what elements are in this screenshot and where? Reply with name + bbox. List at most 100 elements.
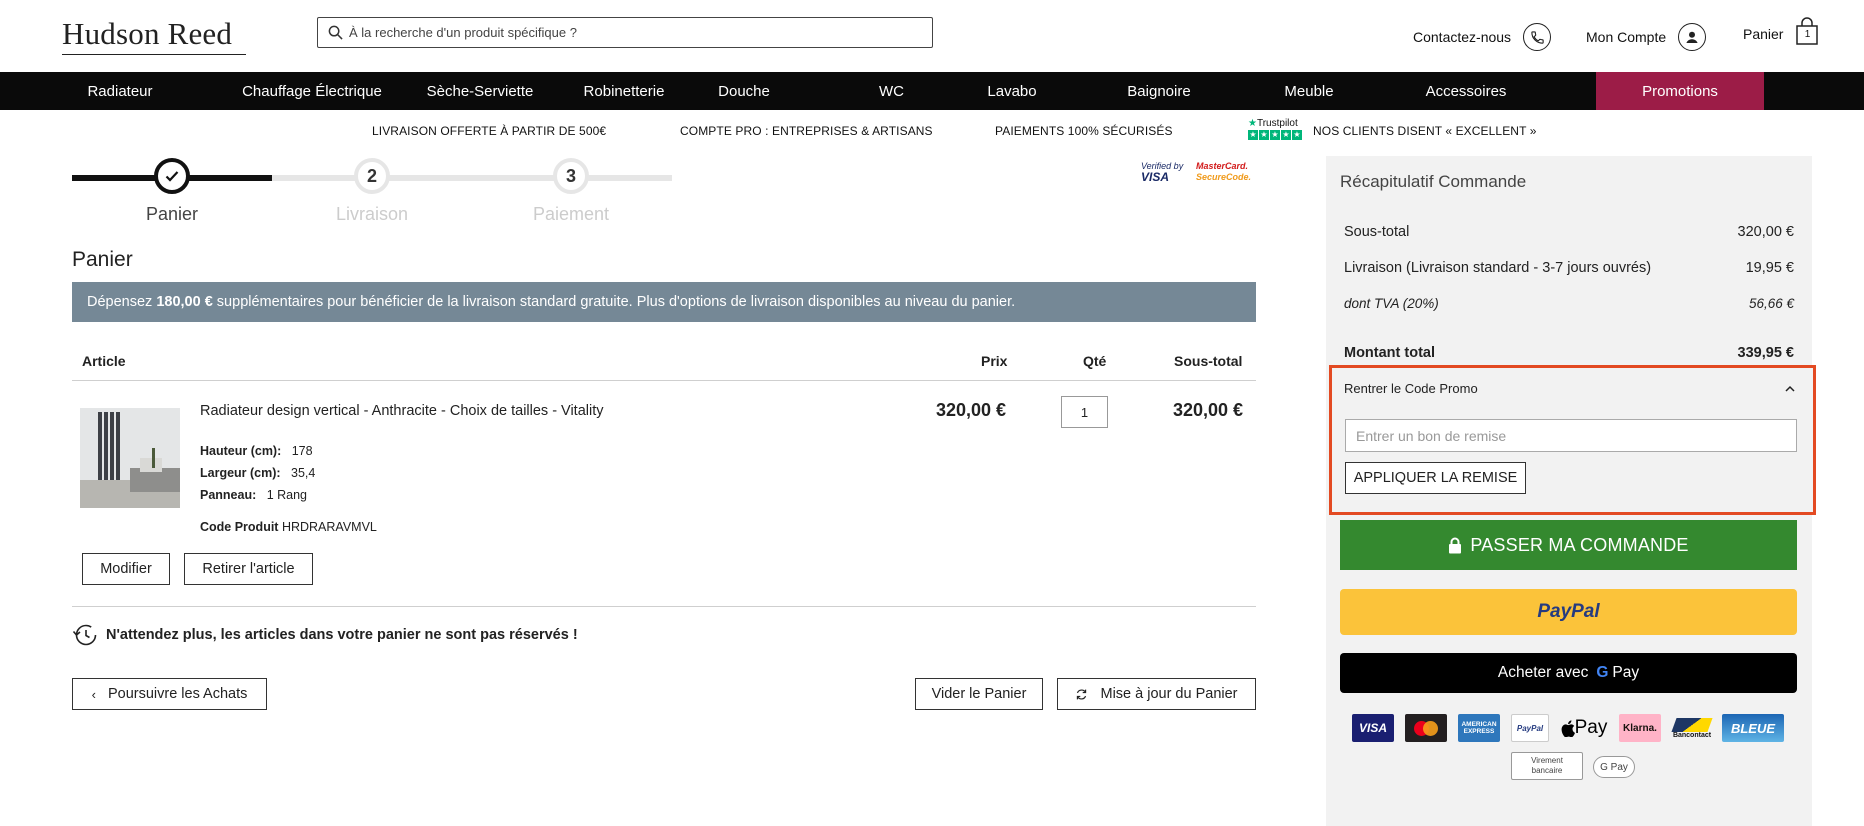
free-delivery-notice: Dépensez 180,00 € supplémentaires pour b… <box>72 282 1256 322</box>
contact-link[interactable]: Contactez-nous <box>1413 23 1552 51</box>
nav-douche[interactable]: Douche <box>672 72 816 110</box>
attr-panel-label: Panneau: <box>200 488 257 502</box>
step-3-circle: 3 <box>553 158 589 194</box>
klarna-logo: Klarna. <box>1619 714 1661 742</box>
carte-bleue-logo: BLEUE <box>1722 714 1784 742</box>
chevron-left-icon: ‹ <box>91 686 96 702</box>
nav-chauffage[interactable]: Chauffage Électrique <box>240 72 384 110</box>
step-2-label: Livraison <box>335 204 409 224</box>
summary-title: Récapitulatif Commande <box>1340 172 1527 191</box>
checkmark-icon <box>165 171 179 182</box>
product-code: Code Produit HRDRARAVMVL <box>200 520 377 534</box>
summary-subtotal-row: Sous-total 320,00 € <box>1344 224 1794 240</box>
product-image[interactable] <box>80 408 180 508</box>
usp-payments: PAIEMENTS 100% SÉCURISÉS <box>995 124 1173 138</box>
promo-code-input[interactable] <box>1345 419 1797 452</box>
verified-visa: VISA <box>1141 170 1170 184</box>
refresh-icon <box>1077 688 1087 700</box>
bancontact-text: Bancontact <box>1672 731 1712 739</box>
checkout-button[interactable]: PASSER MA COMMANDE <box>1340 520 1797 570</box>
cart-title: Panier <box>72 248 133 271</box>
nav-seche-serviette[interactable]: Sèche-Serviette <box>384 72 576 110</box>
item-price: 320,00 € <box>936 400 1007 420</box>
shopping-bag-icon: 1 <box>1795 17 1819 45</box>
apply-discount-button[interactable]: APPLIQUER LA REMISE <box>1345 462 1526 494</box>
apple-icon <box>1561 719 1575 737</box>
cart-label: Panier <box>1743 26 1784 42</box>
item-divider <box>72 606 1256 607</box>
col-subtotal: Sous-total <box>1174 353 1243 369</box>
nav-radiateur[interactable]: Radiateur <box>0 72 240 110</box>
cart-link[interactable]: Panier 1 <box>1743 17 1819 45</box>
bancontact-logo: Bancontact <box>1670 714 1714 742</box>
usp-pro: COMPTE PRO : ENTREPRISES & ARTISANS <box>680 124 933 138</box>
paypal-button[interactable]: PayPal <box>1340 589 1797 635</box>
search-box[interactable] <box>317 17 933 48</box>
trustpilot-text: Trustpilot <box>1256 118 1298 129</box>
google-pay-button[interactable]: Acheter avec G Pay <box>1340 653 1797 693</box>
nav-meuble[interactable]: Meuble <box>1261 72 1357 110</box>
usp-reviews: NOS CLIENTS DISENT « EXCELLENT » <box>1313 124 1537 138</box>
summary-total-label: Montant total <box>1344 345 1436 361</box>
step-2-circle: 2 <box>354 158 390 194</box>
edit-item-button[interactable]: Modifier <box>82 553 170 585</box>
nav-accessoires[interactable]: Accessoires <box>1357 72 1575 110</box>
account-label: Mon Compte <box>1586 29 1667 45</box>
mc-text: MasterCard. <box>1196 161 1249 171</box>
attr-width: Largeur (cm): 35,4 <box>200 466 315 480</box>
attr-width-label: Largeur (cm): <box>200 466 281 480</box>
attr-panel: Panneau: 1 Rang <box>200 488 307 502</box>
summary-total-value: 339,95 € <box>1737 345 1794 361</box>
summary-total-row: Montant total 339,95 € <box>1344 345 1794 361</box>
mastercard-securecode-badge: MasterCard. SecureCode. <box>1196 161 1251 183</box>
quantity-input[interactable]: 1 <box>1061 396 1108 428</box>
brand-logo[interactable]: Hudson Reed <box>62 16 247 55</box>
clock-history-icon <box>72 624 97 646</box>
mastercard-logo <box>1405 714 1447 742</box>
gpay-suffix: Pay <box>1612 664 1640 681</box>
product-name[interactable]: Radiateur design vertical - Anthracite -… <box>200 403 604 419</box>
col-article: Article <box>82 353 126 369</box>
reservation-warning: N'attendez plus, les articles dans votre… <box>72 623 578 647</box>
attr-height-label: Hauteur (cm): <box>200 444 282 458</box>
google-pay-small-logo: G Pay <box>1593 756 1635 778</box>
mc-securecode: SecureCode. <box>1196 172 1252 182</box>
visa-logo: VISA <box>1352 714 1394 742</box>
item-subtotal: 320,00 € <box>1173 400 1244 420</box>
empty-cart-button[interactable]: Vider le Panier <box>915 678 1043 710</box>
summary-subtotal-value: 320,00 € <box>1737 224 1794 240</box>
paypal-small-logo: PayPal <box>1511 714 1549 742</box>
gpay-prefix: Acheter avec <box>1497 664 1589 681</box>
promo-code-toggle[interactable]: Rentrer le Code Promo <box>1344 381 1796 396</box>
attr-height: Hauteur (cm): 178 <box>200 444 313 458</box>
notice-prefix: Dépensez <box>87 294 157 310</box>
usp-delivery: LIVRAISON OFFERTE À PARTIR DE 500€ <box>372 124 607 138</box>
update-cart-button[interactable]: Mise à jour du Panier <box>1057 678 1256 710</box>
nav-baignoire[interactable]: Baignoire <box>1057 72 1261 110</box>
notice-amount: 180,00 € <box>156 294 213 310</box>
continue-shopping-label: Poursuivre les Achats <box>107 686 248 702</box>
continue-shopping-button[interactable]: ‹ Poursuivre les Achats <box>72 678 267 710</box>
warning-text: N'attendez plus, les articles dans votre… <box>106 627 578 643</box>
summary-delivery-label: Livraison (Livraison standard - 3-7 jour… <box>1344 260 1652 276</box>
step-track-pending <box>272 175 672 181</box>
summary-vat-value: 56,66 € <box>1748 296 1794 311</box>
remove-item-button[interactable]: Retirer l'article <box>184 553 313 585</box>
attr-panel-value: 1 Rang <box>266 488 307 502</box>
step-1-circle <box>154 158 190 194</box>
search-input[interactable] <box>349 25 909 40</box>
summary-delivery-value: 19,95 € <box>1745 260 1794 276</box>
nav-robinetterie[interactable]: Robinetterie <box>576 72 672 110</box>
user-icon <box>1678 23 1707 51</box>
trustpilot-stars: ★ ★ ★ ★ ★ <box>1248 129 1302 140</box>
apple-pay-text: Pay <box>1574 717 1608 738</box>
nav-wc[interactable]: WC <box>816 72 967 110</box>
lock-icon <box>1449 537 1462 553</box>
nav-promotions[interactable]: Promotions <box>1596 72 1764 110</box>
summary-delivery-row: Livraison (Livraison standard - 3-7 jour… <box>1344 260 1794 276</box>
logo-underline <box>62 53 247 55</box>
account-link[interactable]: Mon Compte <box>1586 23 1707 51</box>
col-price: Prix <box>981 353 1008 369</box>
bank-transfer-logo: Virement bancaire <box>1511 752 1583 780</box>
nav-lavabo[interactable]: Lavabo <box>967 72 1057 110</box>
